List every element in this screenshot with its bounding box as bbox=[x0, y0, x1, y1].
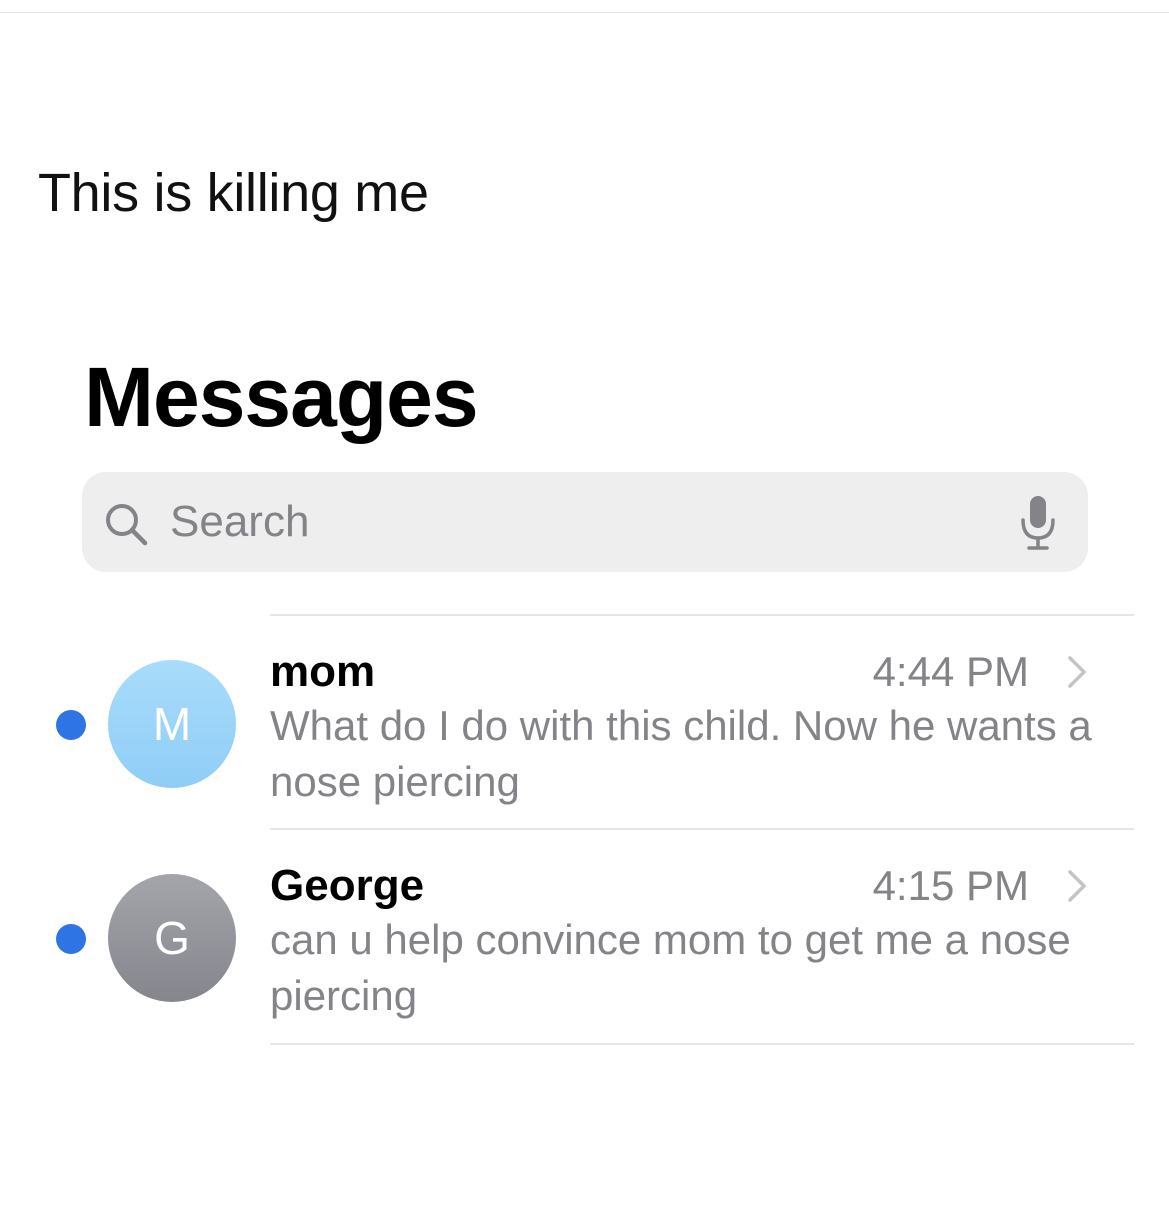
avatar: G bbox=[108, 874, 236, 1002]
message-preview: can u help convince mom to get me a nose… bbox=[270, 916, 1071, 1019]
search-icon bbox=[106, 504, 148, 546]
message-timestamp: 4:15 PM bbox=[872, 862, 1029, 909]
page-title: Messages bbox=[84, 350, 479, 444]
unread-indicator bbox=[56, 924, 86, 954]
contact-name: mom bbox=[270, 647, 376, 696]
unread-indicator bbox=[56, 710, 86, 740]
microphone-icon[interactable] bbox=[1018, 494, 1058, 552]
chevron-right-icon bbox=[1068, 870, 1086, 902]
list-divider bbox=[270, 1043, 1134, 1045]
message-preview: What do I do with this child. Now he wan… bbox=[270, 702, 1092, 805]
chevron-right-icon bbox=[1068, 656, 1086, 688]
contact-name: George bbox=[270, 861, 425, 910]
messages-screenshot: Messages Search M mom 4:44 PM What do I … bbox=[0, 300, 1169, 1060]
search-bar[interactable]: Search bbox=[82, 472, 1088, 572]
conversation-row-mom[interactable]: M mom 4:44 PM What do I do with this chi… bbox=[0, 616, 1169, 828]
conversation-row-george[interactable]: G George 4:15 PM can u help convince mom… bbox=[0, 830, 1169, 1042]
search-input[interactable]: Search bbox=[170, 494, 309, 550]
post-caption: This is killing me bbox=[38, 163, 429, 223]
avatar: M bbox=[108, 660, 236, 788]
message-timestamp: 4:44 PM bbox=[872, 648, 1029, 695]
top-divider bbox=[0, 12, 1169, 13]
